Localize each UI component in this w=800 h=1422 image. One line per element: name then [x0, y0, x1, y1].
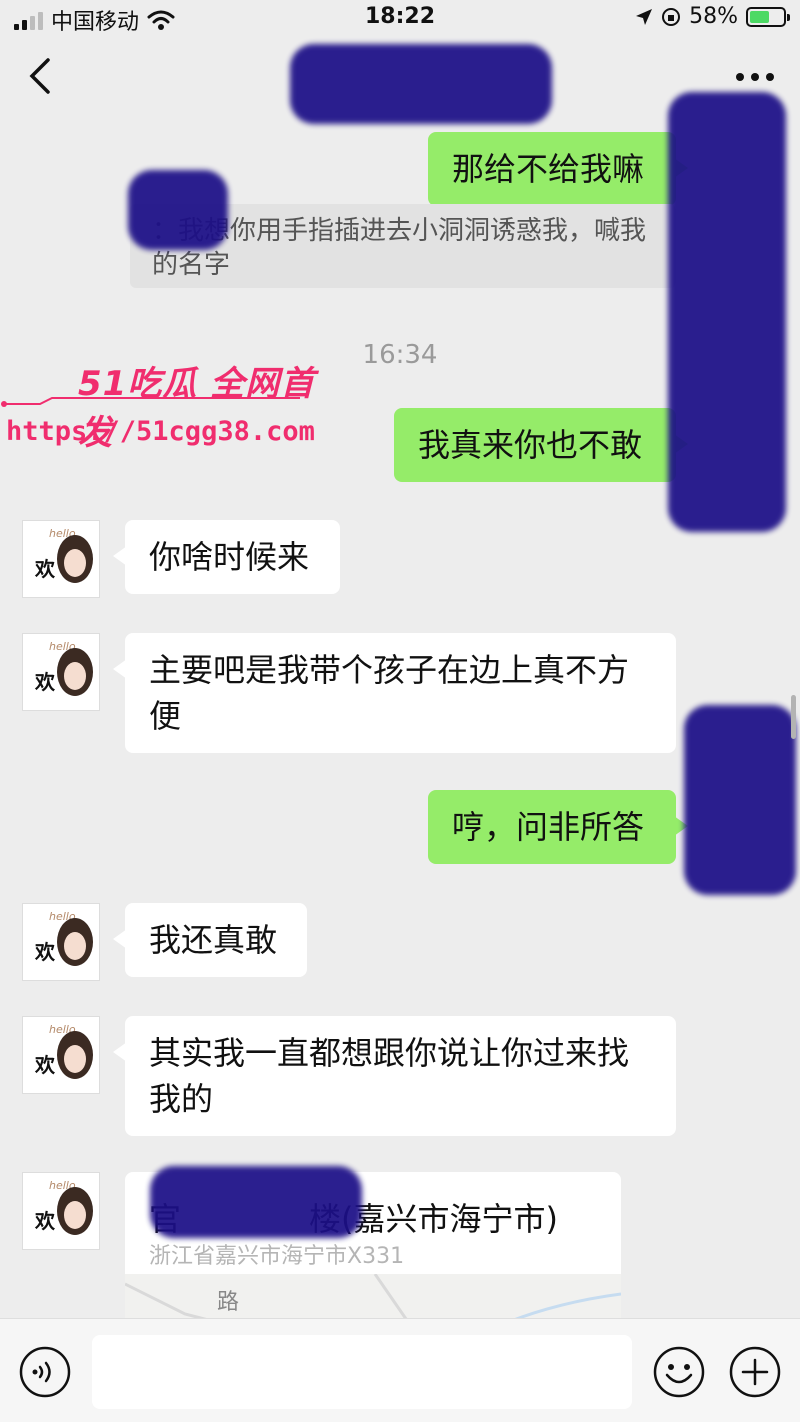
message-input[interactable]	[92, 1335, 632, 1409]
input-bar	[0, 1318, 800, 1422]
location-address: 浙江省嘉兴市海宁市X331	[149, 1244, 405, 1269]
avatar[interactable]: hello 欢	[22, 1016, 100, 1094]
battery-percent: 58%	[689, 4, 738, 29]
status-right: 58%	[635, 4, 790, 29]
redaction-mark	[684, 705, 796, 895]
watermark: 51吃瓜 全网首发 https://51cgg38.com	[0, 350, 320, 460]
scrollbar-thumb[interactable]	[791, 695, 796, 739]
watermark-circuit-icon	[1, 397, 300, 407]
girl-avatar-icon	[57, 648, 93, 696]
message-received[interactable]: 你啥时候来	[113, 520, 340, 594]
avatar[interactable]: hello 欢	[22, 520, 100, 598]
girl-avatar-icon	[57, 1187, 93, 1235]
status-bar: 中国移动 18:22 58%	[0, 0, 800, 35]
voice-icon[interactable]	[18, 1345, 72, 1399]
battery-icon	[746, 6, 790, 27]
message-sent[interactable]: 那给不给我嘛	[428, 132, 688, 206]
message-received[interactable]: 主要吧是我带个孩子在边上真不方便	[113, 633, 676, 753]
avatar[interactable]: hello 欢	[22, 903, 100, 981]
redaction-mark	[290, 44, 552, 124]
avatar[interactable]: hello 欢	[22, 633, 100, 711]
location-arrow-icon	[636, 8, 653, 25]
redaction-mark	[668, 92, 786, 532]
girl-avatar-icon	[57, 1031, 93, 1079]
redaction-mark	[150, 1166, 362, 1238]
more-dots-icon[interactable]	[732, 62, 778, 92]
battery-fill	[750, 10, 769, 23]
message-sent[interactable]: 哼，问非所答	[428, 790, 688, 864]
watermark-url: https://51cgg38.com	[6, 416, 315, 447]
plus-icon[interactable]	[728, 1345, 782, 1399]
girl-avatar-icon	[57, 535, 93, 583]
redaction-mark	[128, 170, 228, 250]
message-received[interactable]: 其实我一直都想跟你说让你过来找我的	[113, 1016, 676, 1136]
emoji-icon[interactable]	[652, 1345, 706, 1399]
message-received[interactable]: 我还真敢	[113, 903, 307, 977]
chevron-left-icon[interactable]	[20, 54, 60, 98]
girl-avatar-icon	[57, 918, 93, 966]
message-sent[interactable]: 我真来你也不敢	[394, 408, 688, 482]
orientation-lock-icon	[662, 7, 681, 26]
avatar[interactable]: hello 欢	[22, 1172, 100, 1250]
map-road-label: 路	[217, 1290, 240, 1315]
